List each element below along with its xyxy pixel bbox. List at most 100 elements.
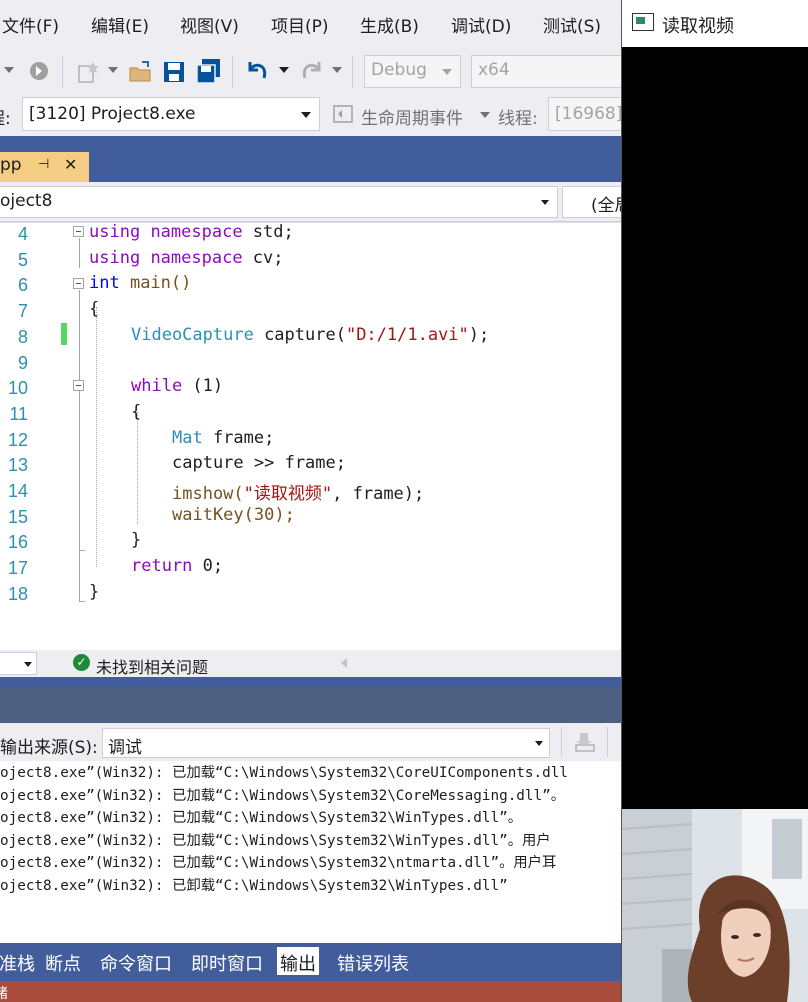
app-window-icon [632,13,654,31]
lifecycle-dropdown-icon[interactable] [480,111,490,119]
issues-status[interactable]: 未找到相关问题 [96,654,208,678]
lifecycle-events-icon[interactable] [333,105,353,123]
tab-label: pp [0,155,22,175]
menu-file[interactable]: 文件(F) [2,12,59,37]
solution-platform-combo[interactable]: x64 [471,55,621,88]
window-title-bar[interactable]: 读取视频 [622,0,808,47]
code-line: 10 while (1) [0,376,621,402]
save-icon[interactable] [162,60,186,84]
tab-command-window[interactable]: 命令窗口 [97,947,175,975]
new-project-icon[interactable] [76,60,102,84]
clear-all-icon[interactable] [574,731,596,753]
output-line: oject8.exe”(Win32): 已加载“C:\Windows\Syste… [0,765,568,781]
opencv-video-window[interactable]: 读取视频 [621,0,808,1002]
tab-error-list[interactable]: 错误列表 [334,947,412,975]
project-scope-combo[interactable]: oject8 [0,186,558,218]
standard-toolbar: Debug x64 [0,50,621,94]
redo-icon[interactable] [299,58,325,84]
debug-location-toolbar: 程: [3120] Project8.exe 生命周期事件 线程: [16968… [0,94,621,136]
line-number: 5 [17,249,28,270]
toolbar-separator [352,56,353,88]
document-tab-strip: pp ⊣ ✕ [0,136,621,182]
output-source-value: 调试 [108,738,142,758]
chevron-down-icon [541,200,549,205]
redo-dropdown-icon[interactable] [332,66,342,74]
output-panel-header [0,687,621,723]
save-all-icon[interactable] [196,58,222,84]
visual-studio-window: 文件(F) 编辑(E) 视图(V) 项目(P) 生成(B) 调试(D) 测试(S… [0,0,621,1002]
pin-icon[interactable]: ⊣ [38,157,49,172]
navigate-forward-icon[interactable] [28,60,50,82]
toolbar-separator [232,56,233,88]
thread-value: [16968] [555,104,621,124]
menu-debug[interactable]: 调试(D) [451,12,511,37]
chevron-down-icon [301,112,311,118]
tab-output[interactable]: 输出 [277,947,319,975]
chevron-down-icon [442,69,452,75]
line-text: { [89,299,100,320]
line-text: imshow("读取视频", frame); [172,484,425,504]
menu-project[interactable]: 项目(P) [271,12,329,37]
process-combo[interactable]: [3120] Project8.exe [22,97,320,131]
code-line: 15 waitKey(30); [0,505,621,531]
lifecycle-events-label[interactable]: 生命周期事件 [361,104,463,129]
tool-window-tabs: 准栈 断点 命令窗口 即时窗口 输出 错误列表 [0,943,621,981]
toolbar-separator [62,56,63,88]
panel-divider[interactable] [0,677,621,687]
status-text: 绪 [0,986,8,1002]
output-line: oject8.exe”(Win32): 已加载“C:\Windows\Syste… [0,855,557,871]
thread-label: 线程: [498,109,538,129]
scope-name: (全局 [591,196,621,216]
code-line: 11 { [0,402,621,428]
open-folder-icon[interactable] [128,60,154,84]
line-number: 8 [17,326,28,347]
menu-bar: 文件(F) 编辑(E) 视图(V) 项目(P) 生成(B) 调试(D) 测试(S… [0,0,621,50]
line-number: 11 [9,403,28,424]
scroll-left-icon[interactable] [341,658,347,668]
output-source-label: 输出来源(S): [0,738,98,758]
project-name: oject8 [0,191,53,211]
menu-test[interactable]: 测试(S) [543,12,601,37]
tab-call-stack[interactable]: 准栈 [0,947,38,975]
undo-icon[interactable] [244,58,270,84]
output-text-area[interactable]: oject8.exe”(Win32): 已加载“C:\Windows\Syste… [0,761,621,943]
video-frame-black [622,47,808,809]
menu-edit[interactable]: 编辑(E) [91,12,149,37]
window-title: 读取视频 [662,16,734,37]
line-text: waitKey(30); [172,504,295,525]
output-source-combo[interactable]: 调试 [102,728,550,758]
menu-build[interactable]: 生成(B) [360,12,419,37]
tab-source-file[interactable]: pp ⊣ ✕ [0,152,89,182]
solution-configuration-combo[interactable]: Debug [364,55,461,88]
line-number: 18 [7,583,28,604]
line-text: VideoCapture capture("D:/1/1.avi"); [131,324,490,345]
line-number: 4 [17,224,28,244]
code-line: 6 int main() [0,273,621,299]
nav-dropdown-icon[interactable] [4,66,14,74]
chevron-down-icon [535,741,543,746]
code-line: 4 using namespace std; [0,222,621,248]
tab-breakpoints[interactable]: 断点 [42,947,84,975]
line-number: 16 [7,532,28,553]
line-text: while (1) [131,376,224,397]
global-scope-combo[interactable]: (全局 [562,186,621,218]
line-text: } [131,530,142,551]
line-text: int main() [89,273,192,294]
close-icon[interactable]: ✕ [64,155,77,174]
line-text: capture >> frame; [172,453,346,474]
toolbar-separator [561,727,562,757]
line-text: Mat frame; [172,427,275,448]
code-line: 16 } [0,530,621,556]
zoom-combo[interactable] [0,652,37,675]
code-editor[interactable]: 4 using namespace std; 5 using namespace… [0,222,621,650]
line-number: 12 [7,429,28,450]
code-line: 12 Mat frame; [0,428,621,454]
new-dropdown-icon[interactable] [108,66,118,74]
platform-value: x64 [478,60,510,80]
tab-immediate-window[interactable]: 即时窗口 [188,947,266,975]
line-number: 14 [7,481,28,501]
thread-combo[interactable]: [16968] [548,97,621,131]
menu-view[interactable]: 视图(V) [180,12,239,37]
line-number: 15 [7,506,28,527]
undo-dropdown-icon[interactable] [279,66,289,74]
